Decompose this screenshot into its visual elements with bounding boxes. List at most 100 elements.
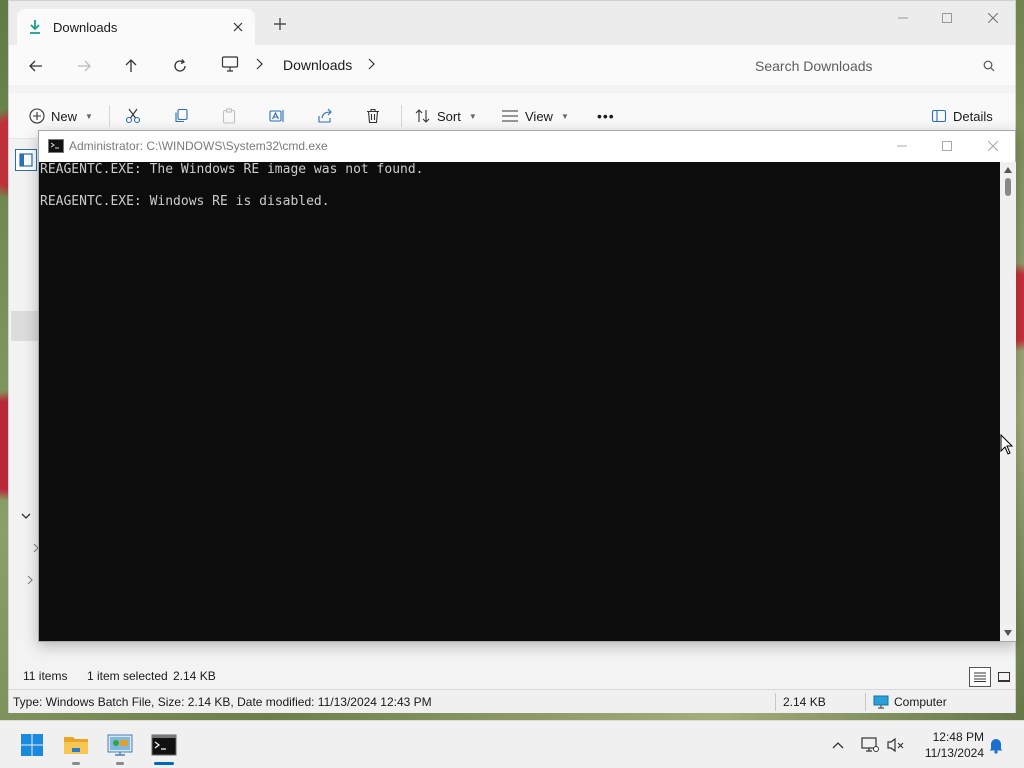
clock-time: 12:48 PM [932, 730, 984, 744]
more-options-button[interactable]: ••• [597, 105, 615, 127]
selection-count: 1 item selected [87, 669, 168, 683]
tiles-view-button[interactable] [993, 667, 1015, 687]
explorer-navbar: Downloads Search Downloads [9, 45, 1015, 85]
console-line: REAGENTC.EXE: Windows RE is disabled. [40, 194, 330, 209]
clock[interactable]: 12:48 PM 11/13/2024 [912, 729, 984, 761]
view-label: View [525, 108, 553, 124]
close-window-button[interactable] [977, 7, 1009, 29]
scroll-up-icon[interactable] [1003, 166, 1013, 174]
trash-icon [367, 108, 379, 124]
plus-circle-icon [29, 108, 45, 124]
view-button[interactable]: View ▼ [501, 105, 569, 127]
control-panel-taskbar-button[interactable] [104, 729, 136, 761]
cmd-titlebar[interactable]: Administrator: C:\WINDOWS\System32\cmd.e… [39, 131, 1015, 162]
details-pane-icon [931, 109, 947, 123]
refresh-button[interactable] [169, 55, 191, 77]
up-button[interactable] [120, 55, 142, 77]
chevron-right-icon[interactable] [21, 571, 39, 589]
details-label: Details [953, 108, 993, 124]
console-line: REAGENTC.EXE: The Windows RE image was n… [40, 162, 424, 177]
cmd-minimize-button[interactable] [887, 135, 917, 157]
new-label: New [51, 108, 78, 124]
file-size: 2.14 KB [783, 695, 826, 709]
copy-button[interactable] [173, 105, 189, 127]
share-icon [318, 108, 332, 123]
details-bar: Type: Windows Batch File, Size: 2.14 KB,… [9, 689, 1015, 713]
running-indicator [72, 762, 80, 765]
cmd-maximize-button[interactable] [932, 135, 962, 157]
scroll-down-icon[interactable] [1003, 629, 1013, 637]
divider [865, 693, 866, 711]
selected-nav-item[interactable] [11, 311, 39, 341]
download-icon [27, 19, 43, 35]
active-indicator [154, 762, 174, 765]
cut-button[interactable] [125, 105, 141, 127]
console-output[interactable]: REAGENTC.EXE: The Windows RE image was n… [39, 162, 1000, 641]
chevron-right-icon[interactable] [255, 58, 267, 72]
delete-button[interactable] [365, 105, 381, 127]
file-explorer-taskbar-button[interactable] [60, 729, 92, 761]
sort-label: Sort [437, 108, 461, 124]
rename-icon [269, 110, 284, 122]
tab-title: Downloads [53, 19, 118, 35]
divider [109, 105, 110, 127]
breadcrumb-downloads[interactable]: Downloads [283, 57, 352, 73]
details-button[interactable]: Details [931, 105, 993, 127]
new-tab-button[interactable] [271, 15, 289, 33]
explorer-titlebar: Downloads [9, 1, 1015, 45]
control-panel-icon [107, 734, 133, 756]
back-button[interactable] [25, 55, 47, 77]
chevron-down-icon[interactable] [17, 507, 35, 525]
search-icon [983, 60, 995, 72]
clock-date: 11/13/2024 [924, 746, 984, 760]
close-tab-icon[interactable] [229, 18, 247, 36]
paste-button[interactable] [221, 105, 237, 127]
minimize-button[interactable] [887, 7, 919, 29]
console-icon [48, 139, 64, 153]
location-segment: Computer [869, 690, 1009, 714]
divider [401, 105, 402, 127]
computer-icon[interactable] [221, 55, 241, 75]
navigation-pane [9, 139, 39, 659]
clipboard-icon [222, 108, 236, 124]
status-bar: 11 items 1 item selected 2.14 KB [9, 659, 1015, 689]
windows-logo-icon [21, 734, 43, 756]
forward-button[interactable] [73, 55, 95, 77]
divider [775, 693, 776, 711]
item-count: 11 items [23, 669, 68, 683]
chevron-right-icon[interactable] [367, 58, 379, 72]
rename-button[interactable] [269, 105, 285, 127]
notification-bell-icon[interactable] [986, 735, 1006, 755]
selection-size: 2.14 KB [173, 669, 216, 683]
maximize-button[interactable] [931, 7, 963, 29]
cmd-taskbar-button[interactable] [148, 729, 180, 761]
share-button[interactable] [317, 105, 333, 127]
details-view-button[interactable] [969, 667, 991, 687]
scrollbar[interactable] [1000, 162, 1016, 641]
chevron-down-icon: ▼ [560, 111, 569, 121]
view-list-icon [502, 110, 518, 122]
taskbar: 12:48 PM 11/13/2024 [0, 720, 1024, 768]
scroll-thumb[interactable] [1005, 178, 1011, 196]
start-button[interactable] [16, 729, 48, 761]
folder-icon [64, 737, 88, 754]
copy-icon [175, 108, 188, 123]
pane-icon[interactable] [15, 149, 37, 171]
new-button[interactable]: New ▼ [29, 105, 93, 127]
sort-icon [415, 109, 430, 123]
chevron-down-icon: ▼ [468, 111, 477, 121]
sort-button[interactable]: Sort ▼ [415, 105, 477, 127]
file-info: Type: Windows Batch File, Size: 2.14 KB,… [13, 695, 432, 709]
cmd-close-button[interactable] [978, 135, 1008, 157]
more-icon: ••• [597, 108, 615, 124]
tab-downloads[interactable]: Downloads [17, 9, 255, 45]
chevron-up-icon[interactable] [828, 735, 848, 755]
terminal-icon [151, 734, 177, 756]
scissors-icon [125, 108, 141, 124]
volume-muted-icon[interactable] [886, 735, 906, 755]
chevron-down-icon: ▼ [85, 111, 93, 121]
search-input[interactable]: Search Downloads [743, 51, 1007, 81]
location-label: Computer [894, 695, 947, 709]
running-indicator [116, 762, 124, 765]
network-icon[interactable] [860, 735, 880, 755]
